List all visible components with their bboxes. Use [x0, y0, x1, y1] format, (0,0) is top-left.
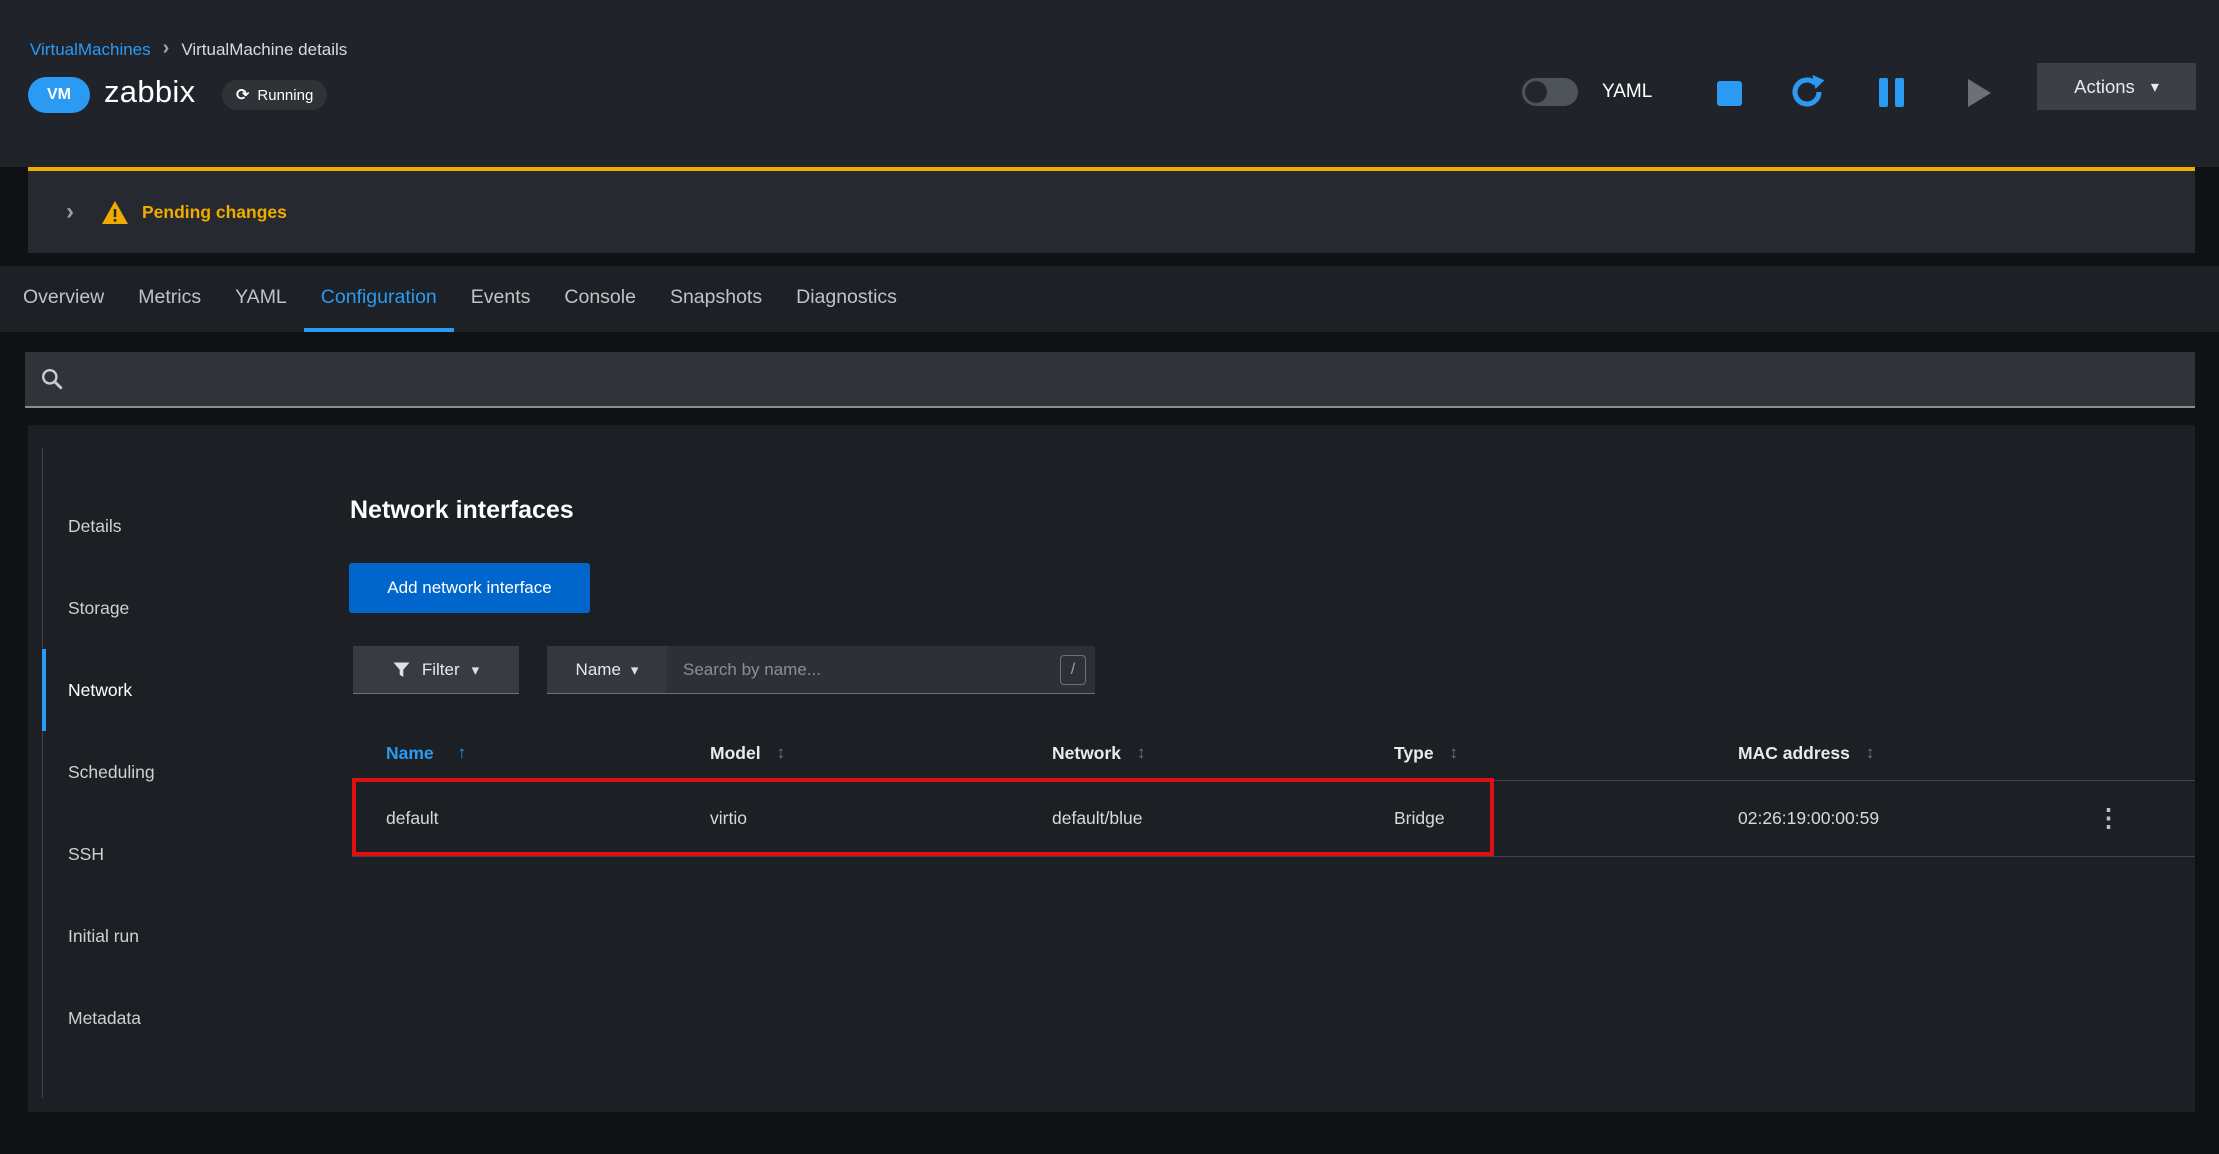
status-label: Running	[257, 87, 313, 104]
vm-details-page: VirtualMachines › VirtualMachine details…	[0, 0, 2219, 1154]
actions-label: Actions	[2074, 76, 2135, 98]
cell-model: virtio	[710, 808, 1052, 829]
sidebar-item-details[interactable]: Details	[43, 485, 342, 567]
chevron-right-icon: ›	[163, 38, 170, 61]
slash-shortcut-hint: /	[1060, 655, 1086, 685]
tab-overview[interactable]: Overview	[6, 266, 121, 332]
alert-expand-toggle[interactable]: ›	[62, 200, 78, 224]
chevron-right-icon: ›	[66, 198, 74, 225]
breadcrumb-current: VirtualMachine details	[181, 40, 347, 60]
tab-configuration[interactable]: Configuration	[304, 266, 454, 332]
configuration-sidebar: Details Storage Network Scheduling SSH I…	[42, 448, 342, 1098]
status-badge[interactable]: ⟳ Running	[222, 80, 327, 110]
stop-icon	[1717, 81, 1742, 106]
stop-vm-button[interactable]	[1714, 79, 1744, 107]
restart-vm-button[interactable]	[1788, 73, 1826, 111]
column-header-type[interactable]: Type ↕	[1394, 743, 1738, 764]
global-search-input[interactable]	[75, 352, 2195, 406]
column-header-name[interactable]: Name ↑	[352, 743, 710, 764]
yaml-switch-label: YAML	[1602, 81, 1652, 103]
tab-console[interactable]: Console	[547, 266, 653, 332]
pending-changes-alert: › Pending changes	[28, 167, 2195, 253]
kebab-menu-button[interactable]: ⋮	[2078, 806, 2121, 831]
play-vm-button[interactable]	[1966, 78, 1992, 107]
sync-icon: ⟳	[236, 85, 249, 105]
column-header-network[interactable]: Network ↕	[1052, 743, 1394, 764]
name-search-field: /	[667, 646, 1095, 694]
switch-knob	[1525, 81, 1547, 103]
search-attribute-label: Name	[576, 660, 621, 680]
restart-icon	[1789, 74, 1825, 110]
search-attribute-dropdown[interactable]: Name ▾	[547, 646, 667, 694]
sort-ascending-icon: ↑	[458, 743, 467, 763]
caret-down-icon: ▾	[472, 661, 480, 679]
breadcrumb: VirtualMachines › VirtualMachine details	[30, 38, 347, 61]
table-header-row: Name ↑ Model ↕ Network ↕ Type ↕ MAC addr…	[352, 726, 2195, 781]
page-title: zabbix	[104, 74, 195, 110]
tab-snapshots[interactable]: Snapshots	[653, 266, 779, 332]
add-network-interface-button[interactable]: Add network interface	[349, 563, 590, 613]
network-interfaces-table: Name ↑ Model ↕ Network ↕ Type ↕ MAC addr…	[352, 726, 2195, 857]
configuration-panel: Details Storage Network Scheduling SSH I…	[28, 425, 2195, 1112]
sort-icon: ↕	[1866, 743, 1875, 763]
section-heading: Network interfaces	[350, 496, 574, 525]
sidebar-item-ssh[interactable]: SSH	[43, 813, 342, 895]
caret-down-icon: ▾	[631, 661, 639, 679]
sidebar-item-network[interactable]: Network	[43, 649, 342, 731]
configuration-search-bar	[25, 352, 2195, 408]
play-icon	[1968, 79, 1991, 107]
vm-kind-badge: VM	[28, 77, 90, 113]
yaml-switch[interactable]	[1522, 78, 1578, 106]
tab-metrics[interactable]: Metrics	[121, 266, 218, 332]
sidebar-item-scheduling[interactable]: Scheduling	[43, 731, 342, 813]
cell-name: default	[352, 808, 710, 829]
tab-yaml[interactable]: YAML	[218, 266, 304, 332]
warning-icon	[102, 201, 128, 224]
sort-icon: ↕	[777, 743, 786, 763]
sidebar-item-storage[interactable]: Storage	[43, 567, 342, 649]
page-header: VirtualMachines › VirtualMachine details…	[0, 0, 2219, 167]
tab-diagnostics[interactable]: Diagnostics	[779, 266, 914, 332]
caret-down-icon: ▾	[2151, 77, 2159, 97]
actions-dropdown-button[interactable]: Actions ▾	[2037, 63, 2196, 110]
sort-icon: ↕	[1450, 743, 1459, 763]
filter-dropdown[interactable]: Filter ▾	[353, 646, 519, 694]
search-icon	[41, 368, 63, 390]
sidebar-item-metadata[interactable]: Metadata	[43, 977, 342, 1059]
filter-icon	[393, 662, 410, 678]
name-search-input[interactable]	[667, 646, 1060, 693]
pause-icon	[1879, 78, 1888, 107]
sidebar-item-initial-run[interactable]: Initial run	[43, 895, 342, 977]
tab-bar: Overview Metrics YAML Configuration Even…	[0, 266, 2219, 332]
pause-vm-button[interactable]	[1874, 78, 1908, 107]
sort-icon: ↕	[1137, 743, 1146, 763]
column-header-mac-address[interactable]: MAC address ↕	[1738, 743, 2078, 764]
tab-events[interactable]: Events	[454, 266, 548, 332]
alert-title: Pending changes	[142, 202, 287, 223]
table-row: default virtio default/blue Bridge 02:26…	[352, 781, 2195, 857]
breadcrumb-virtualmachines-link[interactable]: VirtualMachines	[30, 40, 151, 60]
cell-mac-address: 02:26:19:00:00:59	[1738, 808, 2078, 829]
cell-type: Bridge	[1394, 808, 1738, 829]
cell-network: default/blue	[1052, 808, 1394, 829]
column-header-model[interactable]: Model ↕	[710, 743, 1052, 764]
filter-label: Filter	[422, 660, 460, 680]
